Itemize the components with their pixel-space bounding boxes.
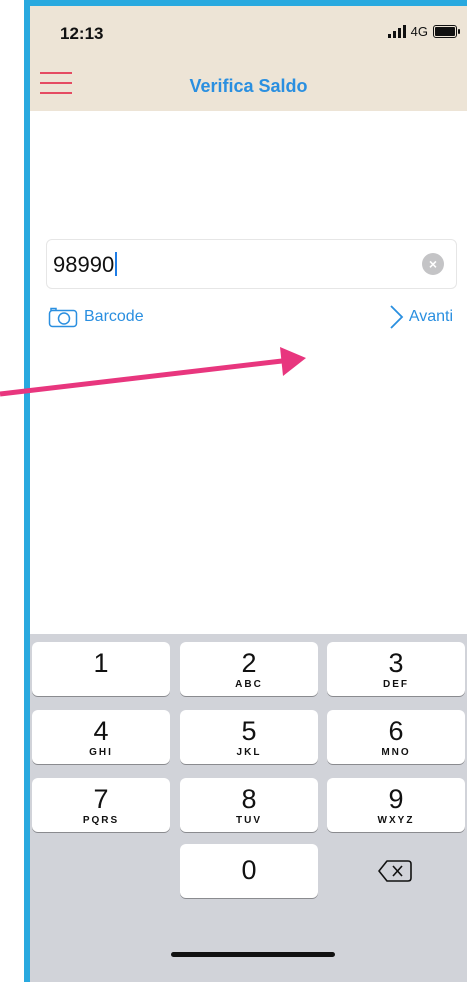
chevron-right-icon: [390, 305, 404, 329]
key-letters: TUV: [236, 815, 262, 826]
delete-key[interactable]: [327, 844, 465, 898]
key-9[interactable]: 9 WXYZ: [327, 778, 465, 832]
key-digit: 4: [93, 716, 109, 746]
battery-icon: [433, 25, 460, 38]
phone-screen: 12:13 4G Verifica Saldo 98990 × Barcode …: [30, 6, 467, 982]
barcode-label: Barcode: [84, 308, 144, 325]
card-code-text: 98990: [53, 252, 115, 277]
key-4[interactable]: 4 GHI: [32, 710, 170, 764]
barcode-button[interactable]: Barcode: [48, 306, 144, 328]
key-digit: 1: [93, 648, 109, 678]
key-5[interactable]: 5 JKL: [180, 710, 318, 764]
status-time: 12:13: [60, 24, 104, 43]
key-digit: 8: [241, 784, 257, 814]
status-indicators: 4G: [387, 24, 460, 39]
key-3[interactable]: 3 DEF: [327, 642, 465, 696]
key-6[interactable]: 6 MNO: [327, 710, 465, 764]
card-code-input[interactable]: 98990 ×: [46, 239, 457, 289]
key-letters: JKL: [236, 747, 262, 758]
key-2[interactable]: 2 ABC: [180, 642, 318, 696]
clear-circle-icon[interactable]: ×: [422, 253, 444, 275]
key-letters: DEF: [383, 679, 409, 690]
key-letters: GHI: [89, 747, 113, 758]
home-indicator: [171, 952, 335, 957]
key-1[interactable]: 1: [32, 642, 170, 696]
key-digit: 2: [241, 648, 257, 678]
key-digit: 7: [93, 784, 109, 814]
page-title: Verifica Saldo: [189, 76, 308, 96]
numeric-keypad: 1 2 ABC 3 DEF 4 GHI 5 JKL 6 MNO 7 PQRS 8…: [30, 634, 467, 982]
network-type: 4G: [410, 24, 428, 39]
key-digit: 0: [241, 855, 257, 885]
key-7[interactable]: 7 PQRS: [32, 778, 170, 832]
key-8[interactable]: 8 TUV: [180, 778, 318, 832]
key-digit: 3: [388, 648, 404, 678]
key-letters: MNO: [381, 747, 411, 758]
key-letters: PQRS: [82, 815, 120, 826]
card-code-value: 98990: [53, 252, 118, 278]
key-digit: 5: [241, 716, 257, 746]
next-label: Avanti: [408, 308, 453, 325]
key-digit: 9: [388, 784, 404, 814]
next-button[interactable]: Avanti: [389, 304, 453, 330]
cellular-signal-icon: [387, 25, 406, 38]
camera-icon: [48, 307, 78, 328]
key-letters: ABC: [235, 679, 263, 690]
text-cursor: [115, 252, 118, 276]
key-digit: 6: [388, 716, 404, 746]
header-bar: 12:13 4G Verifica Saldo: [30, 6, 467, 111]
key-0[interactable]: 0: [180, 844, 318, 898]
backspace-icon: [378, 860, 412, 882]
key-letters: WXYZ: [377, 815, 415, 826]
